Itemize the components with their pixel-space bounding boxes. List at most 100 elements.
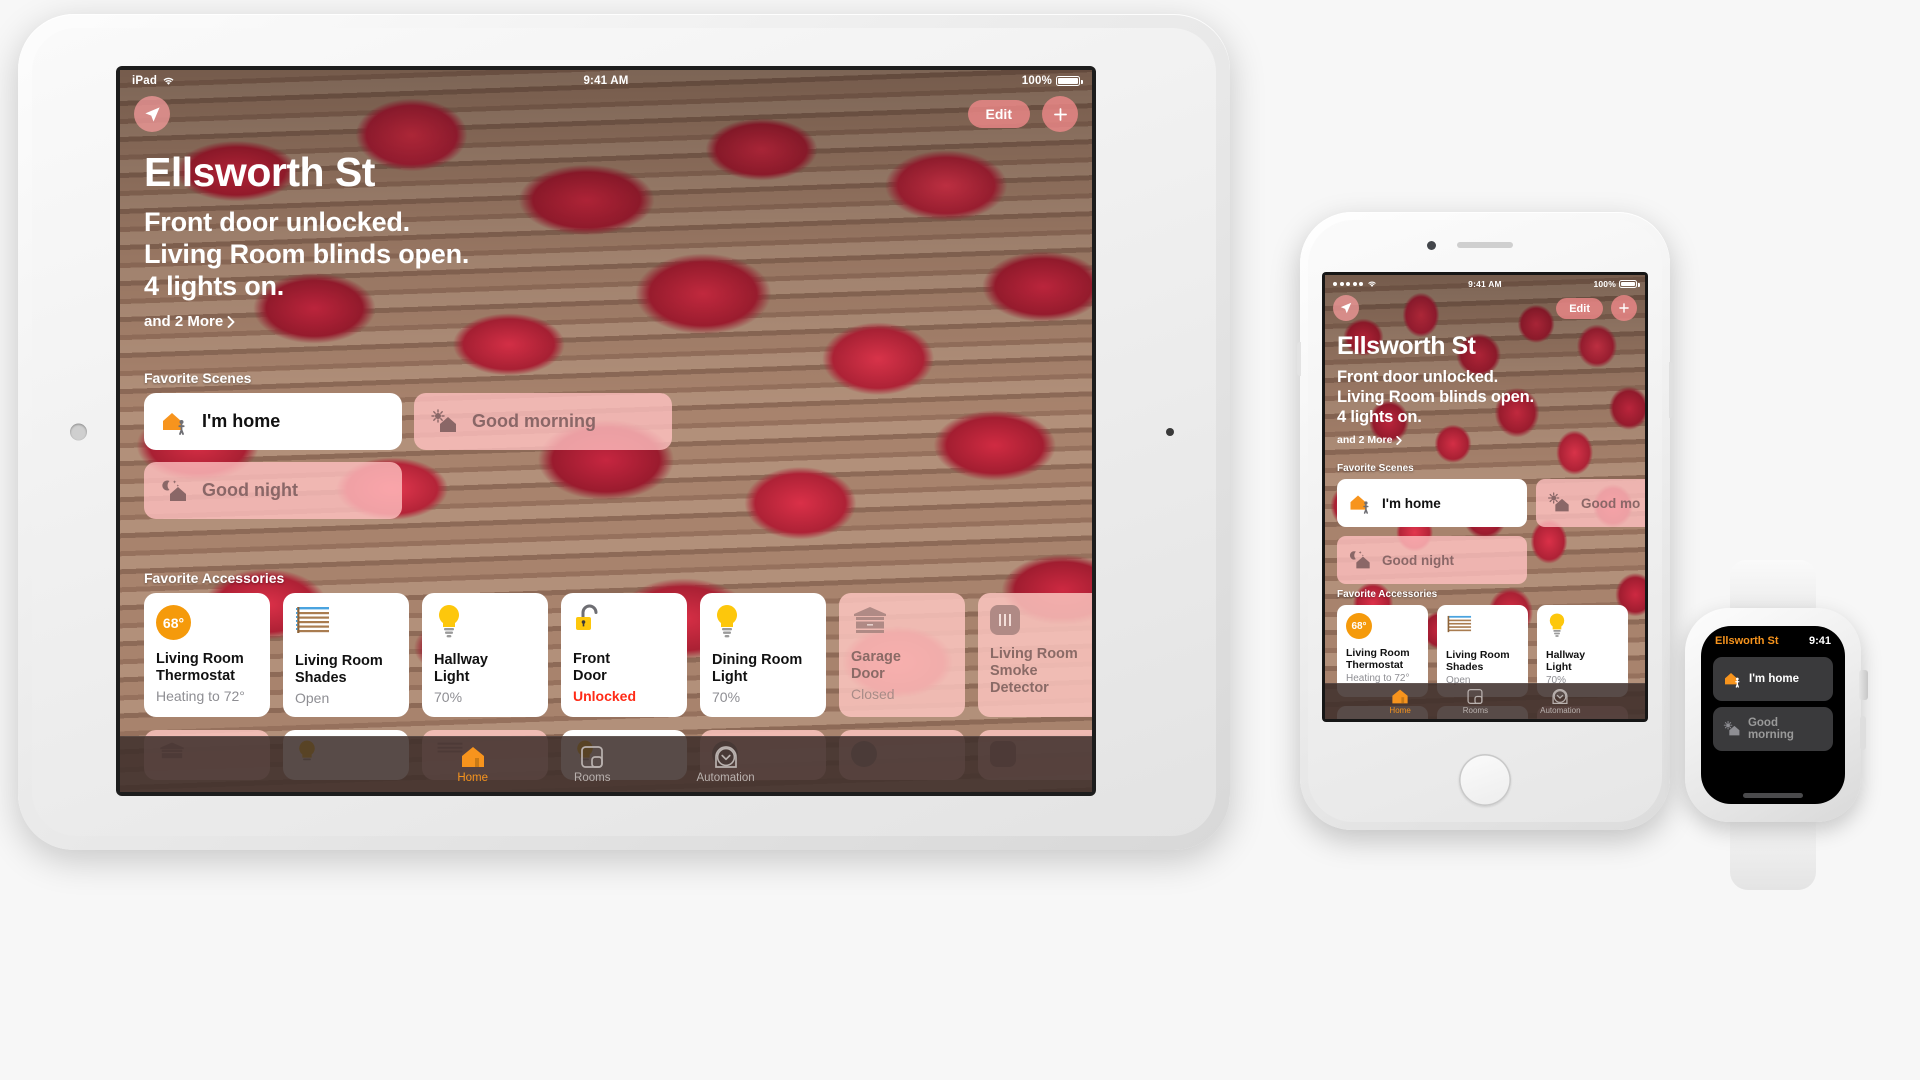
automation-clock-icon — [714, 746, 737, 768]
scene-card[interactable]: Good morning — [414, 393, 672, 450]
accessory-name: Living Room Thermostat — [156, 651, 244, 684]
accessory-tile[interactable]: Garage Door Closed — [839, 593, 965, 717]
scene-label: I'm home — [202, 411, 281, 431]
tab-label: Home — [1389, 706, 1411, 715]
status-line: 4 lights on. — [1337, 408, 1422, 426]
chevron-right-icon — [227, 315, 235, 328]
house-person-icon — [1725, 673, 1740, 688]
ipad-device: iPad 9:41 AM 100% Edit Ellsworth St Fron… — [18, 14, 1230, 850]
scene-card[interactable]: Good night — [144, 462, 402, 519]
battery-full-icon — [1056, 76, 1083, 86]
blinds-icon — [1447, 615, 1472, 633]
watch-time: 9:41 — [1808, 635, 1831, 647]
favorite-scenes-label: Favorite Scenes — [1337, 463, 1414, 474]
location-button[interactable] — [1333, 295, 1359, 321]
tab-label: Automation — [1540, 706, 1581, 715]
watch-scene-card[interactable]: I'm home — [1713, 657, 1833, 701]
scene-card[interactable]: Good night — [1337, 536, 1527, 584]
accessory-tile[interactable]: Front Door Unlocked — [561, 593, 687, 717]
scene-card[interactable]: I'm home — [1337, 479, 1527, 527]
accessory-tile[interactable]: Living Room Shades Open — [283, 593, 409, 717]
edit-button[interactable]: Edit — [1556, 298, 1603, 319]
home-status-block: Front door unlocked. Living Room blinds … — [144, 206, 469, 302]
tab-automation[interactable]: Automation — [1540, 688, 1581, 715]
digital-crown[interactable] — [1859, 670, 1868, 700]
iphone-volume-button[interactable] — [1297, 342, 1301, 376]
add-button[interactable] — [1611, 295, 1637, 321]
iphone-tab-bar: Home Rooms Automation — [1325, 683, 1645, 719]
location-arrow-icon — [1340, 302, 1352, 314]
watch-side-button[interactable] — [1860, 716, 1866, 750]
scene-label: Good mo — [1581, 495, 1641, 511]
accessory-tile[interactable]: Dining Room Light 70% — [700, 593, 826, 717]
house-icon — [461, 747, 484, 767]
and-more-label: and 2 More — [144, 313, 224, 330]
apple-watch-device: Ellsworth St 9:41 I'm home Good morning — [1668, 560, 1878, 890]
favorite-accessories-label: Favorite Accessories — [144, 570, 285, 586]
ipad-tab-bar: Home Rooms Automation — [120, 736, 1092, 792]
accessory-state: Open — [295, 689, 330, 706]
sun-house-icon — [431, 408, 456, 432]
watch-scene-label: I'm home — [1749, 673, 1800, 685]
tab-automation[interactable]: Automation — [696, 745, 755, 784]
thermostat-icon: 68° — [1346, 613, 1372, 639]
home-status-block: Front door unlocked. Living Room blinds … — [1337, 367, 1534, 427]
accessory-name: Garage Door — [851, 649, 901, 682]
scene-label: Good night — [1382, 552, 1454, 568]
scene-card[interactable]: I'm home — [144, 393, 402, 450]
accessory-name: Living Room Smoke Detector — [990, 646, 1078, 696]
accessory-tile[interactable]: Living Room Smoke Detector — [978, 593, 1092, 717]
status-line: Living Room blinds open. — [1337, 388, 1534, 406]
location-button[interactable] — [134, 96, 170, 132]
accessory-tile[interactable]: 68° Living Room Thermostat Heating to 72… — [144, 593, 270, 717]
watch-scene-card[interactable]: Good morning — [1713, 707, 1833, 751]
watch-case: Ellsworth St 9:41 I'm home Good morning — [1685, 608, 1868, 822]
and-more-link[interactable]: and 2 More — [1337, 434, 1534, 446]
tab-home[interactable]: Home — [457, 745, 488, 784]
temperature-badge: 68° — [162, 614, 185, 631]
ipad-home-button[interactable] — [70, 423, 87, 441]
iphone-device: 9:41 AM 100% Edit Ellsworth St Front doo… — [1297, 212, 1673, 830]
iphone-front-camera — [1427, 241, 1436, 250]
rooms-icon — [581, 746, 604, 768]
ipad-screen: iPad 9:41 AM 100% Edit Ellsworth St Fron… — [120, 70, 1092, 792]
temperature-badge: 68° — [1351, 620, 1367, 632]
ipad-status-bar: iPad 9:41 AM 100% — [120, 70, 1092, 92]
accessory-name: Hallway Light — [1546, 649, 1586, 674]
watch-screen: Ellsworth St 9:41 I'm home Good morning — [1701, 626, 1845, 804]
accessory-name: Living Room Shades — [1446, 649, 1510, 674]
sun-house-icon — [1548, 492, 1569, 512]
and-more-label: and 2 More — [1337, 434, 1393, 446]
lightbulb-icon — [1549, 613, 1565, 637]
and-more-link[interactable]: and 2 More — [144, 313, 469, 330]
tab-home[interactable]: Home — [1389, 688, 1411, 715]
page-title: Ellsworth St — [144, 149, 375, 195]
accessory-tile[interactable]: Hallway Light 70% — [422, 593, 548, 717]
location-arrow-icon — [144, 106, 160, 122]
scene-label: Good night — [202, 480, 298, 500]
favorite-accessories-label: Favorite Accessories — [1337, 589, 1438, 600]
accessory-state: Unlocked — [573, 687, 637, 704]
tab-rooms[interactable]: Rooms — [1463, 688, 1488, 715]
accessory-state: Heating to 72° — [156, 687, 245, 704]
battery-full-icon — [1619, 279, 1640, 288]
accessory-name: Living Room Thermostat — [1346, 647, 1410, 672]
tab-label: Rooms — [1462, 706, 1489, 715]
iphone-toolbar: Edit — [1325, 292, 1645, 328]
status-line: Front door unlocked. — [1337, 368, 1498, 386]
iphone-power-button[interactable] — [1669, 362, 1673, 418]
status-line: Front door unlocked. — [144, 207, 410, 237]
accessory-state: 70% — [434, 688, 463, 705]
add-button[interactable] — [1042, 96, 1078, 132]
iphone-home-button[interactable] — [1459, 754, 1511, 806]
unlocked-padlock-icon — [576, 604, 598, 630]
smoke-detector-icon — [990, 605, 1020, 635]
scene-label: Good morning — [472, 411, 596, 431]
iphone-screen: 9:41 AM 100% Edit Ellsworth St Front doo… — [1325, 275, 1645, 719]
automation-clock-icon — [1552, 688, 1568, 705]
house-icon — [1392, 689, 1408, 704]
scene-card[interactable]: Good mo — [1536, 479, 1645, 527]
tab-rooms[interactable]: Rooms — [574, 745, 610, 784]
edit-button[interactable]: Edit — [967, 100, 1030, 128]
lightbulb-icon — [717, 605, 737, 638]
